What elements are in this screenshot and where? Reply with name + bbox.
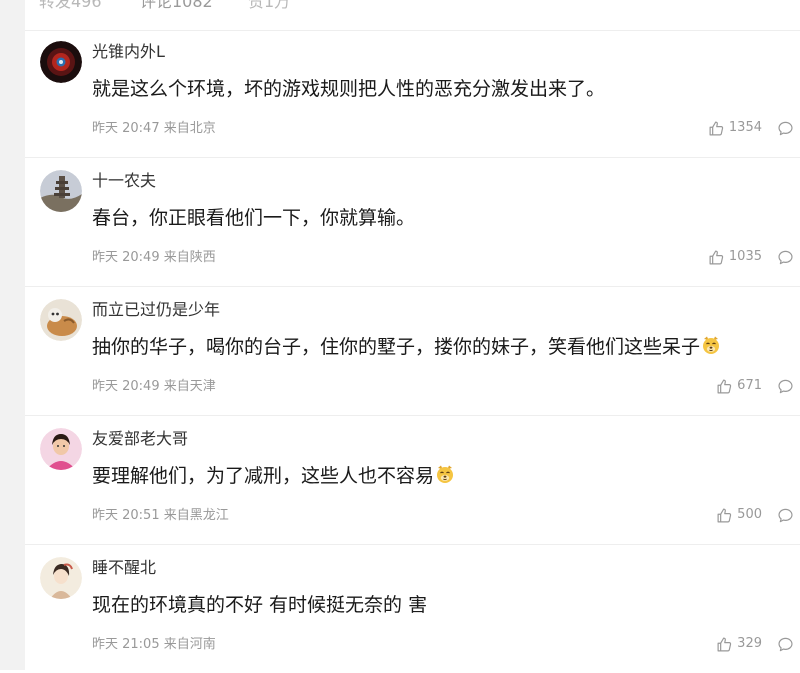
comment-text: 就是这么个环境，坏的游戏规则把人性的恶充分激发出来了。 — [92, 78, 606, 100]
comment-time: 昨天 20:47 — [92, 121, 160, 136]
username[interactable]: 而立已过仍是少年 — [92, 300, 220, 320]
tab-comments[interactable]: 评论1082 — [140, 0, 213, 12]
like-button[interactable]: 1035 — [708, 248, 762, 266]
like-count: 1354 — [728, 120, 762, 135]
tab-reposts[interactable]: 转发496 — [39, 0, 102, 12]
like-count: 1035 — [728, 249, 762, 264]
like-button[interactable]: 1354 — [708, 119, 762, 137]
comment-time: 昨天 20:51 — [92, 508, 160, 523]
avatar[interactable] — [40, 557, 82, 599]
comment-time: 昨天 21:05 — [92, 637, 160, 652]
comment-item: 十一农夫 春台，你正眼看他们一下，你就算输。 昨天 20:49 来自陕西 103… — [25, 157, 800, 287]
comment-location: 来自河南 — [163, 637, 216, 652]
comment-item: 睡不醒北 现在的环境真的不好 有时候挺无奈的 害 昨天 21:05 来自河南 3… — [25, 544, 800, 673]
username[interactable]: 友爱部老大哥 — [92, 429, 188, 449]
comment-bubble-icon[interactable] — [777, 120, 794, 137]
comment-location: 来自天津 — [163, 379, 216, 394]
tab-likes[interactable]: 赞1万 — [248, 0, 290, 12]
doge-emoji — [435, 464, 455, 484]
thumbs-up-icon — [708, 120, 725, 137]
like-button[interactable]: 671 — [716, 377, 762, 395]
comment-time: 昨天 20:49 — [92, 379, 160, 394]
comment-meta: 昨天 20:47 来自北京 — [92, 121, 216, 137]
thumbs-up-icon — [708, 249, 725, 266]
username[interactable]: 十一农夫 — [92, 171, 156, 191]
comment-item: 友爱部老大哥 要理解他们，为了减刑，这些人也不容易 昨天 20:51 来自黑龙江… — [25, 415, 800, 545]
comment-item: 光锥内外L 就是这么个环境，坏的游戏规则把人性的恶充分激发出来了。 昨天 20:… — [25, 28, 800, 158]
comment-bubble-icon[interactable] — [777, 249, 794, 266]
comment-bubble-icon[interactable] — [777, 378, 794, 395]
comment-text: 春台，你正眼看他们一下，你就算输。 — [92, 207, 416, 229]
like-count: 329 — [737, 636, 762, 651]
comment-item: 而立已过仍是少年 抽你的华子，喝你的台子，住你的墅子，搂你的妹子，笑看他们这些呆… — [25, 286, 800, 416]
comment-bubble-icon[interactable] — [777, 636, 794, 653]
like-button[interactable]: 329 — [716, 635, 762, 653]
avatar[interactable] — [40, 428, 82, 470]
comment-meta: 昨天 20:51 来自黑龙江 — [92, 508, 229, 524]
avatar[interactable] — [40, 170, 82, 212]
comment-time: 昨天 20:49 — [92, 250, 160, 265]
comment-meta: 昨天 20:49 来自天津 — [92, 379, 216, 395]
comment-text: 现在的环境真的不好 有时候挺无奈的 害 — [92, 594, 428, 616]
like-button[interactable]: 500 — [716, 506, 762, 524]
comment-location: 来自北京 — [163, 121, 216, 136]
thumbs-up-icon — [716, 378, 733, 395]
username[interactable]: 光锥内外L — [92, 42, 165, 62]
comment-location: 来自陕西 — [163, 250, 216, 265]
comment-meta: 昨天 20:49 来自陕西 — [92, 250, 216, 266]
comment-location: 来自黑龙江 — [163, 508, 229, 523]
comment-text: 要理解他们，为了减刑，这些人也不容易 — [92, 463, 455, 489]
like-count: 500 — [737, 507, 762, 522]
avatar[interactable] — [40, 41, 82, 83]
username[interactable]: 睡不醒北 — [92, 558, 156, 578]
comment-bubble-icon[interactable] — [777, 507, 794, 524]
comment-tabs: 转发496 评论1082 赞1万 — [25, 0, 800, 31]
left-gutter — [0, 0, 25, 670]
thumbs-up-icon — [716, 636, 733, 653]
avatar[interactable] — [40, 299, 82, 341]
doge-emoji — [701, 335, 721, 355]
comment-text: 抽你的华子，喝你的台子，住你的墅子，搂你的妹子，笑看他们这些呆子 — [92, 334, 721, 360]
like-count: 671 — [737, 378, 762, 393]
thumbs-up-icon — [716, 507, 733, 524]
comment-meta: 昨天 21:05 来自河南 — [92, 637, 216, 653]
